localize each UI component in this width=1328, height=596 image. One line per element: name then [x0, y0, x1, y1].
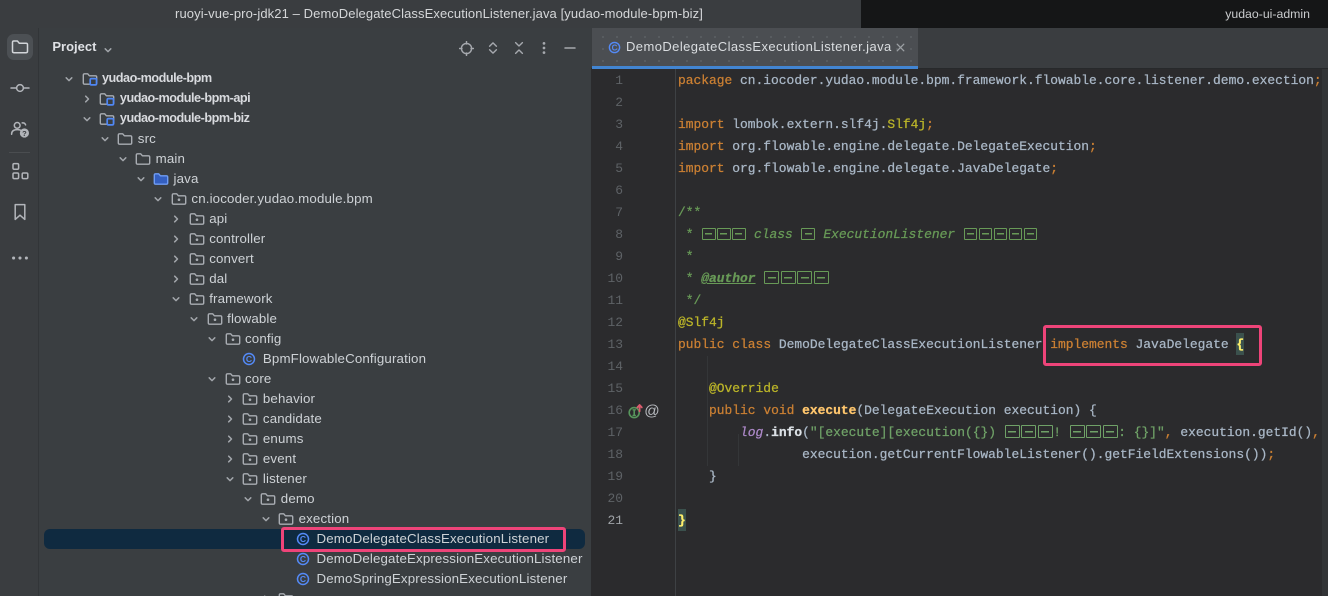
svg-text:@: @ [644, 403, 659, 419]
svg-text:?: ? [22, 129, 27, 138]
